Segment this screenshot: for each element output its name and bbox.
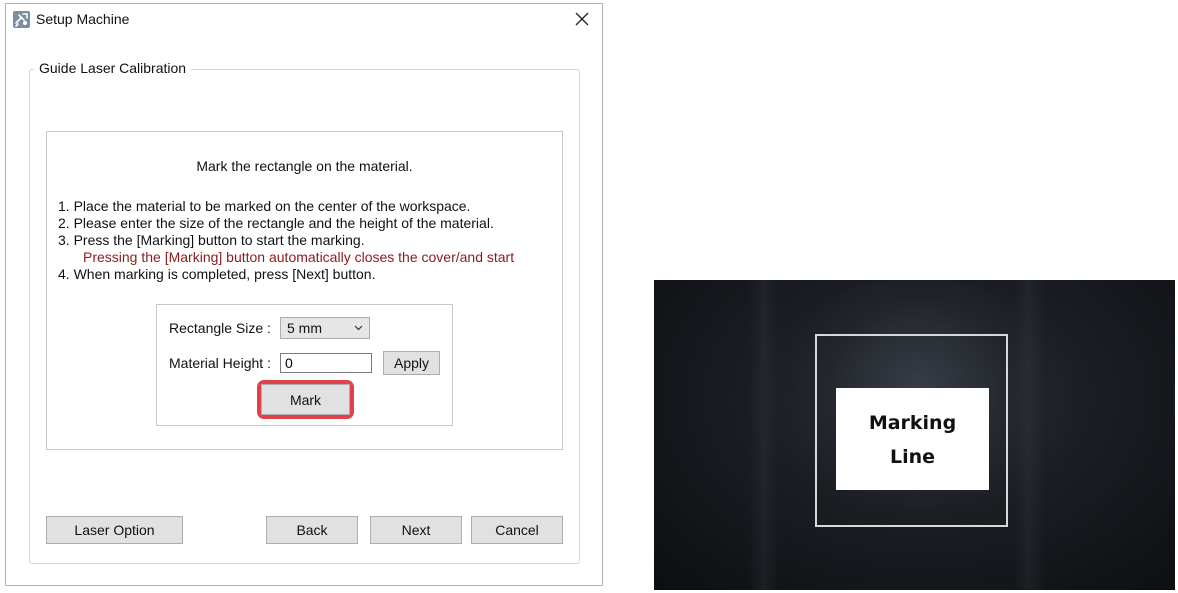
next-button[interactable]: Next: [370, 516, 462, 544]
step-1: 1. Place the material to be marked on th…: [58, 198, 471, 214]
chevron-down-icon: [354, 325, 363, 331]
step-4: 4. When marking is completed, press [Nex…: [58, 266, 376, 282]
mark-button[interactable]: Mark: [261, 384, 350, 415]
rectangle-size-select[interactable]: 5 mm: [280, 317, 370, 339]
group-title: Guide Laser Calibration: [34, 60, 192, 76]
photo-streak: [1014, 280, 1044, 590]
material-height-label: Material Height :: [169, 355, 271, 371]
cancel-button[interactable]: Cancel: [471, 516, 563, 544]
apply-button[interactable]: Apply: [383, 351, 440, 375]
rectangle-size-value: 5 mm: [287, 320, 322, 336]
marking-line-label-line1: Marking: [868, 412, 957, 434]
close-button[interactable]: [562, 4, 602, 34]
marking-note: Pressing the [Marking] button automatica…: [83, 249, 515, 265]
setup-machine-icon: [13, 11, 30, 28]
material-height-input[interactable]: [280, 353, 372, 373]
window-title: Setup Machine: [36, 11, 130, 27]
instruction-panel: Mark the rectangle on the material. 1. P…: [46, 131, 563, 450]
close-icon: [575, 12, 589, 26]
title-bar: Setup Machine: [6, 4, 602, 36]
laser-option-button[interactable]: Laser Option: [46, 516, 183, 544]
marking-settings-box: Rectangle Size : 5 mm Material Height : …: [156, 304, 453, 426]
marking-result-photo: Marking Line: [654, 280, 1175, 590]
back-button[interactable]: Back: [266, 516, 358, 544]
step-3: 3. Press the [Marking] button to start t…: [58, 232, 365, 248]
instruction-heading: Mark the rectangle on the material.: [196, 158, 413, 174]
photo-streak: [749, 280, 779, 590]
instruction-steps: 1. Place the material to be marked on th…: [58, 198, 514, 283]
step-2: 2. Please enter the size of the rectangl…: [58, 215, 494, 231]
setup-machine-dialog: Setup Machine Guide Laser Calibration Ma…: [5, 3, 603, 586]
rectangle-size-label: Rectangle Size :: [169, 320, 271, 336]
marking-line-label: Marking Line: [836, 388, 989, 490]
marking-line-label-line2: Line: [889, 446, 936, 468]
